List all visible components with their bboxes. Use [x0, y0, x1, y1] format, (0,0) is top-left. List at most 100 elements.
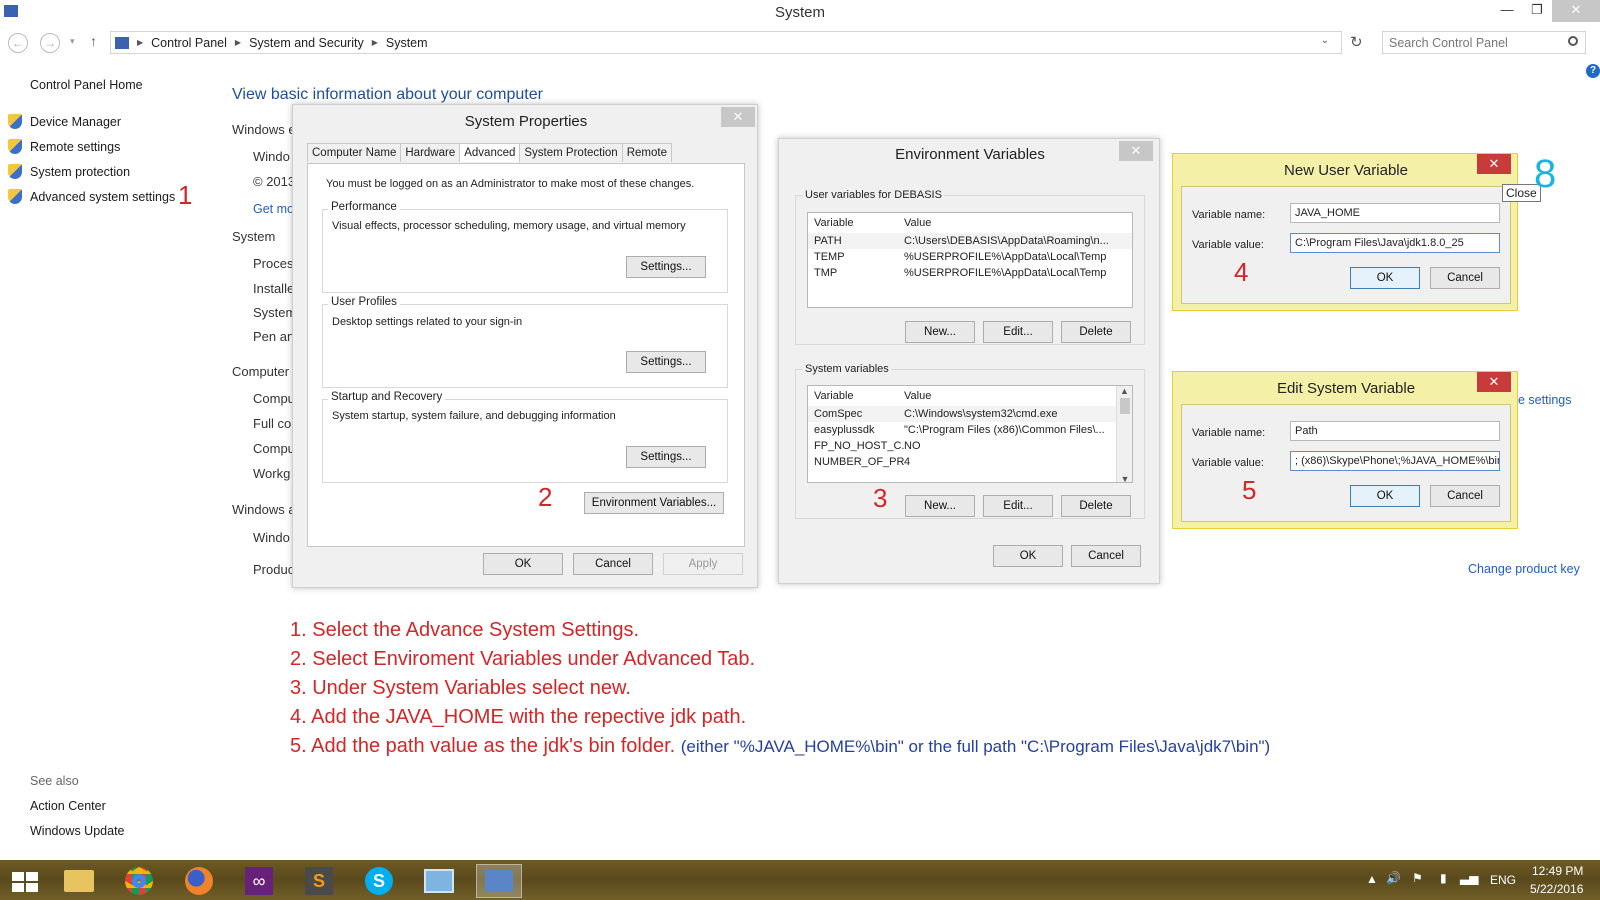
new-user-variable-ok-button[interactable]: OK — [1350, 267, 1420, 289]
help-icon[interactable]: ? — [1586, 64, 1600, 78]
breadcrumb-control-panel[interactable]: Control Panel — [151, 36, 227, 50]
table-row[interactable]: FP_NO_HOST_C... NO — [808, 438, 1132, 454]
up-icon[interactable]: ↑ — [90, 33, 97, 49]
table-row[interactable]: TEMP %USERPROFILE%\AppData\Local\Temp — [808, 249, 1132, 265]
scroll-up-icon[interactable]: ▲ — [1117, 386, 1132, 396]
advanced-system-settings-link[interactable]: Advanced system settings — [30, 190, 175, 204]
tab-hardware[interactable]: Hardware — [400, 143, 461, 162]
scroll-down-icon[interactable]: ▼ — [1117, 474, 1132, 482]
windows-update-link[interactable]: Windows Update — [30, 824, 125, 838]
scrollbar-thumb[interactable] — [1119, 398, 1130, 414]
column-variable[interactable]: Variable — [808, 213, 904, 233]
change-product-key-link[interactable]: Change product key — [1468, 562, 1580, 576]
breadcrumb-system[interactable]: System — [386, 36, 428, 50]
close-button[interactable]: ✕ — [1552, 0, 1600, 22]
user-profiles-settings-button[interactable]: Settings... — [626, 351, 706, 373]
system-edit-button[interactable]: Edit... — [983, 495, 1053, 517]
control-panel-home-link[interactable]: Control Panel Home — [30, 78, 143, 92]
remote-settings-link[interactable]: Remote settings — [30, 140, 120, 154]
change-settings-link[interactable]: e settings — [1518, 393, 1572, 407]
search-input[interactable]: Search Control Panel — [1382, 31, 1586, 54]
performance-settings-button[interactable]: Settings... — [626, 256, 706, 278]
cell-variable: easyplussdk — [814, 424, 875, 436]
restore-button[interactable]: ❐ — [1522, 0, 1552, 22]
table-row[interactable]: TMP %USERPROFILE%\AppData\Local\Temp — [808, 265, 1132, 281]
system-delete-button[interactable]: Delete — [1061, 495, 1131, 517]
new-user-variable-close-button[interactable]: ✕ — [1477, 154, 1511, 174]
action-center-flag-icon[interactable]: ⚑ — [1412, 871, 1423, 885]
system-new-button[interactable]: New... — [905, 495, 975, 517]
table-row[interactable]: ComSpec C:\Windows\system32\cmd.exe — [808, 406, 1132, 422]
recent-dropdown-icon[interactable]: ▾ — [70, 36, 75, 47]
environment-variables-button[interactable]: Environment Variables... — [584, 492, 724, 514]
visual-studio-icon[interactable]: ∞ — [236, 864, 282, 898]
tab-computer-name[interactable]: Computer Name — [307, 143, 402, 162]
user-delete-button[interactable]: Delete — [1061, 321, 1131, 343]
show-hidden-icons[interactable]: ▲ — [1366, 872, 1378, 886]
edit-system-variable-cancel-button[interactable]: Cancel — [1430, 485, 1500, 507]
column-value[interactable]: Value — [904, 386, 1114, 406]
column-value[interactable]: Value — [904, 213, 1114, 233]
address-dropdown-icon[interactable]: ⌄ — [1321, 35, 1329, 46]
battery-icon[interactable]: ▮ — [1440, 871, 1447, 885]
network-signal-icon[interactable]: ▃▅ — [1460, 871, 1478, 885]
variable-value-input[interactable]: C:\Program Files\Java\jdk1.8.0_25 — [1290, 233, 1500, 253]
refresh-icon[interactable]: ↻ — [1350, 33, 1363, 51]
environment-variables-ok-button[interactable]: OK — [993, 545, 1063, 567]
variable-name-input[interactable]: JAVA_HOME — [1290, 203, 1500, 223]
back-button[interactable]: ← — [8, 33, 28, 53]
table-row[interactable]: PATH C:\Users\DEBASIS\AppData\Roaming\n..… — [808, 233, 1132, 249]
table-row[interactable]: NUMBER_OF_PR... 4 — [808, 454, 1132, 470]
new-user-variable-cancel-button[interactable]: Cancel — [1430, 267, 1500, 289]
tab-remote[interactable]: Remote — [621, 143, 672, 162]
variable-name-input[interactable]: Path — [1290, 421, 1500, 441]
chevron-right-icon[interactable]: ▶ — [137, 38, 143, 47]
column-variable[interactable]: Variable — [808, 386, 904, 406]
minimize-button[interactable]: — — [1492, 0, 1522, 22]
edit-system-variable-ok-button[interactable]: OK — [1350, 485, 1420, 507]
system-properties-ok-button[interactable]: OK — [483, 553, 563, 575]
variable-value-input[interactable]: ; (x86)\Skype\Phone\;%JAVA_HOME%\bin — [1290, 451, 1500, 471]
environment-variables-cancel-button[interactable]: Cancel — [1071, 545, 1141, 567]
remote-desktop-icon[interactable] — [416, 864, 462, 898]
control-panel-taskbar-icon[interactable] — [476, 864, 522, 898]
language-indicator[interactable]: ENG — [1490, 873, 1516, 887]
forward-button[interactable]: → — [40, 33, 60, 53]
table-row[interactable]: easyplussdk "C:\Program Files (x86)\Commo… — [808, 422, 1132, 438]
shield-icon — [8, 139, 22, 154]
edit-system-variable-close-button[interactable]: ✕ — [1477, 372, 1511, 392]
tab-system-protection[interactable]: System Protection — [519, 143, 623, 162]
windows-activation-value: Windo — [253, 530, 290, 545]
control-panel-icon — [115, 36, 129, 49]
tab-advanced[interactable]: Advanced — [459, 143, 521, 162]
clock-date[interactable]: 5/22/2016 — [1530, 882, 1583, 896]
sublime-text-icon[interactable]: S — [296, 864, 342, 898]
system-protection-link[interactable]: System protection — [30, 165, 130, 179]
user-new-button[interactable]: New... — [905, 321, 975, 343]
get-more-link[interactable]: Get mo — [253, 202, 294, 216]
chrome-icon[interactable] — [116, 864, 162, 898]
breadcrumb-system-and-security[interactable]: System and Security — [249, 36, 364, 50]
action-center-link[interactable]: Action Center — [30, 799, 106, 813]
skype-icon[interactable]: S — [356, 864, 402, 898]
search-icon[interactable] — [1568, 36, 1578, 46]
system-properties-cancel-button[interactable]: Cancel — [573, 553, 653, 575]
startup-recovery-settings-button[interactable]: Settings... — [626, 446, 706, 468]
step-5: 5. Add the path value as the jdk's bin f… — [290, 735, 676, 757]
chevron-right-icon[interactable]: ▶ — [372, 38, 378, 47]
chevron-right-icon[interactable]: ▶ — [235, 38, 241, 47]
environment-variables-close-button[interactable]: ✕ — [1119, 141, 1153, 161]
firefox-icon[interactable] — [176, 864, 222, 898]
system-properties-close-button[interactable]: ✕ — [721, 107, 755, 127]
user-variables-list[interactable]: Variable Value PATH C:\Users\DEBASIS\AppDa… — [807, 212, 1133, 308]
system-properties-apply-button[interactable]: Apply — [663, 553, 743, 575]
user-edit-button[interactable]: Edit... — [983, 321, 1053, 343]
file-explorer-icon[interactable] — [56, 864, 102, 898]
vertical-scrollbar[interactable]: ▲ ▼ — [1116, 386, 1132, 482]
start-windows-icon[interactable] — [2, 864, 48, 898]
device-manager-link[interactable]: Device Manager — [30, 115, 121, 129]
system-variables-list[interactable]: Variable Value ComSpec C:\Windows\system32… — [807, 385, 1133, 483]
volume-icon[interactable]: 🔊 — [1386, 871, 1401, 885]
clock-time[interactable]: 12:49 PM — [1532, 864, 1583, 878]
address-box[interactable]: ▶ Control Panel ▶ System and Security ▶ … — [110, 31, 1342, 54]
